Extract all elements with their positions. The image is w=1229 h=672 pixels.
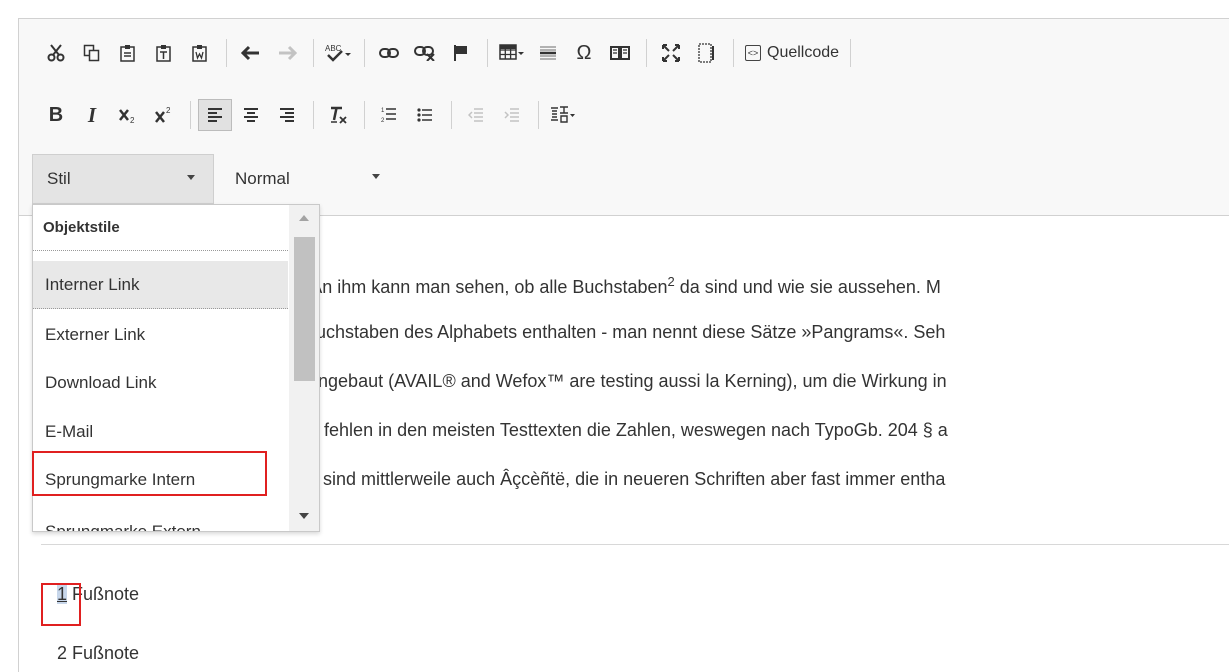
horizontal-rule-icon[interactable] bbox=[531, 37, 565, 69]
style-option-externer-link[interactable]: Externer Link bbox=[33, 311, 288, 359]
text-line: 975 fehlen in den meisten Testtexten die… bbox=[289, 420, 948, 440]
style-combo[interactable]: Stil bbox=[32, 154, 214, 204]
bulleted-list-icon[interactable] bbox=[408, 99, 442, 131]
toolbar-row-1: ABC Ω <> Quellcode bbox=[39, 35, 858, 71]
cut-icon[interactable] bbox=[39, 37, 73, 69]
toolbar-row-2: B I 2 2 12 bbox=[39, 97, 582, 133]
style-option-e-mail[interactable]: E-Mail bbox=[33, 408, 288, 456]
scroll-down-icon[interactable] bbox=[299, 513, 309, 519]
source-button-label: Quellcode bbox=[767, 44, 840, 61]
toolbar-separator bbox=[487, 39, 488, 67]
paste-text-icon[interactable] bbox=[147, 37, 181, 69]
toolbar-separator bbox=[850, 39, 852, 67]
toolbar-separator bbox=[313, 39, 314, 67]
svg-text:2: 2 bbox=[166, 106, 171, 115]
align-center-icon[interactable] bbox=[234, 99, 268, 131]
source-code-icon: <> bbox=[745, 45, 761, 61]
highlight-box-footnote-anchor bbox=[41, 583, 81, 626]
link-icon[interactable] bbox=[372, 37, 406, 69]
scroll-up-icon[interactable] bbox=[299, 215, 309, 221]
text-line: e Buchstaben des Alphabets enthalten - m… bbox=[289, 322, 946, 342]
style-option-download-link[interactable]: Download Link bbox=[33, 359, 288, 407]
indent-icon[interactable] bbox=[495, 99, 529, 131]
editor-toolbar: ABC Ω <> Quellcode B I 2 2 1 2 Stil Norm… bbox=[19, 19, 1229, 216]
toolbar-separator bbox=[226, 39, 227, 67]
style-option-interner-link[interactable]: Interner Link bbox=[33, 261, 288, 309]
book-icon[interactable] bbox=[603, 37, 637, 69]
bold-button[interactable]: B bbox=[39, 99, 73, 131]
toolbar-separator bbox=[733, 39, 734, 67]
special-char-icon[interactable]: Ω bbox=[567, 37, 601, 69]
svg-text:ABC: ABC bbox=[325, 44, 342, 53]
footnote-divider bbox=[41, 544, 1229, 545]
anchor-flag-icon[interactable] bbox=[444, 37, 478, 69]
toolbar-separator bbox=[313, 101, 314, 129]
toolbar-separator bbox=[190, 101, 191, 129]
undo-icon[interactable] bbox=[234, 37, 268, 69]
dropdown-scrollbar[interactable] bbox=[289, 205, 319, 531]
text-line: t1. An ihm kann man sehen, ob alle Buchs… bbox=[289, 273, 941, 298]
subscript-icon[interactable]: 2 bbox=[111, 99, 145, 131]
svg-text:2: 2 bbox=[130, 116, 135, 124]
toolbar-separator bbox=[451, 101, 452, 129]
toolbar-separator bbox=[538, 101, 539, 129]
numbered-list-icon[interactable]: 12 bbox=[372, 99, 406, 131]
style-combo-label: Stil bbox=[47, 169, 71, 188]
show-blocks-icon[interactable] bbox=[690, 37, 724, 69]
style-group-title: Objektstile bbox=[33, 205, 288, 251]
source-button[interactable]: <> Quellcode bbox=[741, 37, 843, 69]
language-icon[interactable] bbox=[546, 99, 580, 131]
align-left-icon[interactable] bbox=[198, 99, 232, 131]
footnote-item: 2 Fußnote bbox=[57, 643, 140, 663]
highlight-box-sprungmarke-intern bbox=[32, 451, 267, 496]
toolbar-separator bbox=[646, 39, 647, 67]
italic-button[interactable]: I bbox=[75, 99, 109, 131]
paste-icon[interactable] bbox=[111, 37, 145, 69]
toolbar-separator bbox=[364, 101, 365, 129]
redo-icon[interactable] bbox=[270, 37, 304, 69]
format-combo-label: Normal bbox=[235, 169, 290, 188]
chevron-down-icon bbox=[372, 174, 380, 179]
superscript-icon[interactable]: 2 bbox=[147, 99, 181, 131]
paste-word-icon[interactable] bbox=[183, 37, 217, 69]
style-option-sprungmarke-extern[interactable]: Sprungmarke Extern bbox=[33, 508, 288, 531]
chevron-down-icon bbox=[187, 175, 195, 180]
format-combo[interactable]: Normal bbox=[219, 154, 389, 204]
align-right-icon[interactable] bbox=[270, 99, 304, 131]
copy-icon[interactable] bbox=[75, 37, 109, 69]
outdent-icon[interactable] bbox=[459, 99, 493, 131]
unlink-icon[interactable] bbox=[408, 37, 442, 69]
remove-format-icon[interactable] bbox=[321, 99, 355, 131]
svg-text:1: 1 bbox=[381, 108, 385, 114]
maximize-icon[interactable] bbox=[654, 37, 688, 69]
svg-text:2: 2 bbox=[381, 118, 385, 124]
scrollbar-thumb[interactable] bbox=[294, 237, 315, 381]
spellcheck-icon[interactable]: ABC bbox=[321, 37, 355, 69]
text-line: e eingebaut (AVAIL® and Wefox™ are testi… bbox=[289, 371, 947, 391]
toolbar-separator bbox=[364, 39, 365, 67]
text-line: g in sind mittlerweile auch Âçcèñtë, die… bbox=[289, 469, 946, 489]
table-icon[interactable] bbox=[495, 37, 529, 69]
